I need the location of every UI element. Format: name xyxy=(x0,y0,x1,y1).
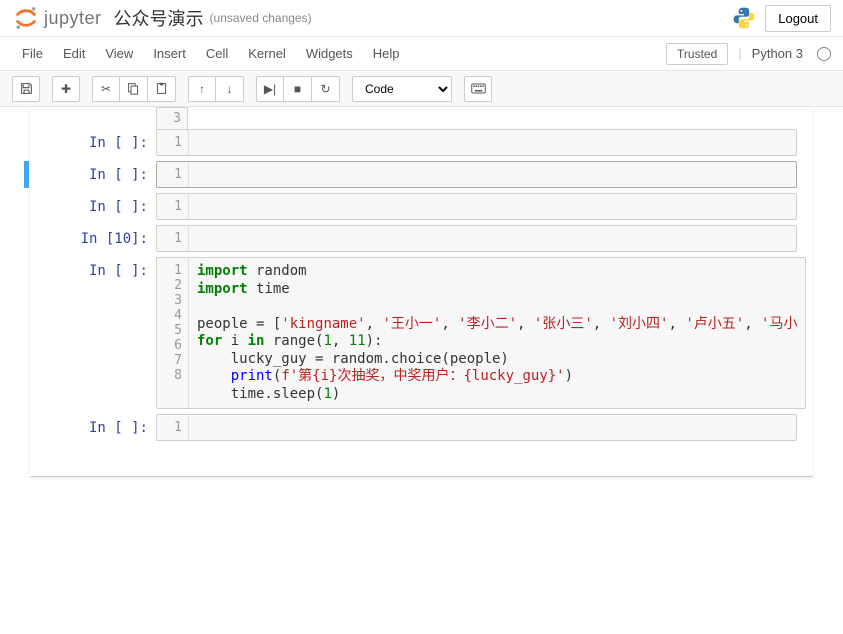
code-cell[interactable]: In [ ]:1 xyxy=(46,161,797,188)
copy-button[interactable] xyxy=(120,76,148,102)
stop-button[interactable]: ■ xyxy=(284,76,312,102)
menubar: FileEditViewInsertCellKernelWidgetsHelp … xyxy=(0,37,843,71)
line-gutter: 1 xyxy=(157,162,189,187)
move-up-button[interactable]: ↑ xyxy=(188,76,216,102)
copy-icon xyxy=(127,82,140,95)
menu-view[interactable]: View xyxy=(95,42,143,65)
menu-help[interactable]: Help xyxy=(363,42,410,65)
line-gutter: 12345678 xyxy=(157,258,189,408)
prev-cell-gutter: 3 xyxy=(156,107,188,129)
line-gutter: 1 xyxy=(157,130,189,155)
kernel-indicator-icon xyxy=(817,47,831,61)
cell-prompt: In [ ]: xyxy=(46,193,156,220)
cell-input[interactable]: 1 xyxy=(156,129,797,156)
cell-input[interactable]: 12345678import random import time people… xyxy=(156,257,806,409)
paste-button[interactable] xyxy=(148,76,176,102)
code-cell[interactable]: In [ ]:1 xyxy=(46,414,797,441)
trusted-badge[interactable]: Trusted xyxy=(666,43,728,65)
menu-cell[interactable]: Cell xyxy=(196,42,238,65)
menu-edit[interactable]: Edit xyxy=(53,42,95,65)
notebook-area: 3In [ ]:1In [ ]:1In [ ]:1In [10]:1In [ ]… xyxy=(0,107,843,517)
restart-icon: ↻ xyxy=(320,82,330,96)
run-button[interactable]: ▶| xyxy=(256,76,284,102)
cell-prompt: In [ ]: xyxy=(46,161,156,188)
stop-icon: ■ xyxy=(294,82,301,96)
toolbar: ✚ ✂ ↑ ↓ ▶| ■ ↻ Code xyxy=(0,71,843,107)
code-editor[interactable] xyxy=(189,194,796,219)
notebook-name[interactable]: 公众号演示 xyxy=(114,5,204,31)
cell-input[interactable]: 1 xyxy=(156,193,797,220)
line-gutter: 1 xyxy=(157,415,189,440)
code-editor[interactable] xyxy=(189,415,796,440)
menu-widgets[interactable]: Widgets xyxy=(296,42,363,65)
cell-prompt: In [ ]: xyxy=(46,129,156,156)
line-gutter: 1 xyxy=(157,226,189,251)
header: jupyter 公众号演示 (unsaved changes) Logout xyxy=(0,0,843,37)
arrow-up-icon: ↑ xyxy=(199,82,205,96)
cell-input[interactable]: 1 xyxy=(156,161,797,188)
jupyter-icon xyxy=(12,4,40,32)
code-cell[interactable]: In [ ]:1 xyxy=(46,129,797,156)
command-palette-button[interactable] xyxy=(464,76,492,102)
python-icon xyxy=(731,5,757,31)
code-cell[interactable]: In [10]:1 xyxy=(46,225,797,252)
line-gutter: 1 xyxy=(157,194,189,219)
cell-type-select[interactable]: Code xyxy=(352,76,452,102)
cut-button[interactable]: ✂ xyxy=(92,76,120,102)
code-editor[interactable] xyxy=(189,226,796,251)
add-cell-button[interactable]: ✚ xyxy=(52,76,80,102)
cell-prompt: In [ ]: xyxy=(46,257,156,409)
run-icon: ▶| xyxy=(264,82,276,96)
menu-file[interactable]: File xyxy=(12,42,53,65)
code-cell[interactable]: In [ ]:1 xyxy=(46,193,797,220)
code-cell[interactable]: In [ ]:12345678import random import time… xyxy=(46,257,797,409)
cell-prompt: In [10]: xyxy=(46,225,156,252)
save-button[interactable] xyxy=(12,76,40,102)
jupyter-logo[interactable]: jupyter xyxy=(12,4,102,32)
cell-input[interactable]: 1 xyxy=(156,414,797,441)
menu-items: FileEditViewInsertCellKernelWidgetsHelp xyxy=(12,42,410,65)
arrow-down-icon: ↓ xyxy=(227,82,233,96)
keyboard-icon xyxy=(471,83,486,94)
jupyter-logo-text: jupyter xyxy=(44,8,102,29)
restart-button[interactable]: ↻ xyxy=(312,76,340,102)
code-editor[interactable]: import random import time people = ['kin… xyxy=(189,258,805,408)
paste-icon xyxy=(155,82,168,95)
save-icon xyxy=(20,82,33,95)
kernel-name[interactable]: Python 3 xyxy=(752,46,803,61)
code-editor[interactable] xyxy=(189,130,796,155)
cut-icon: ✂ xyxy=(101,82,111,96)
logout-button[interactable]: Logout xyxy=(765,5,831,32)
move-down-button[interactable]: ↓ xyxy=(216,76,244,102)
menu-insert[interactable]: Insert xyxy=(143,42,196,65)
cell-prompt: In [ ]: xyxy=(46,414,156,441)
code-editor[interactable] xyxy=(189,162,796,187)
plus-icon: ✚ xyxy=(61,82,71,96)
cell-input[interactable]: 1 xyxy=(156,225,797,252)
unsaved-indicator: (unsaved changes) xyxy=(210,11,312,25)
menu-kernel[interactable]: Kernel xyxy=(238,42,296,65)
